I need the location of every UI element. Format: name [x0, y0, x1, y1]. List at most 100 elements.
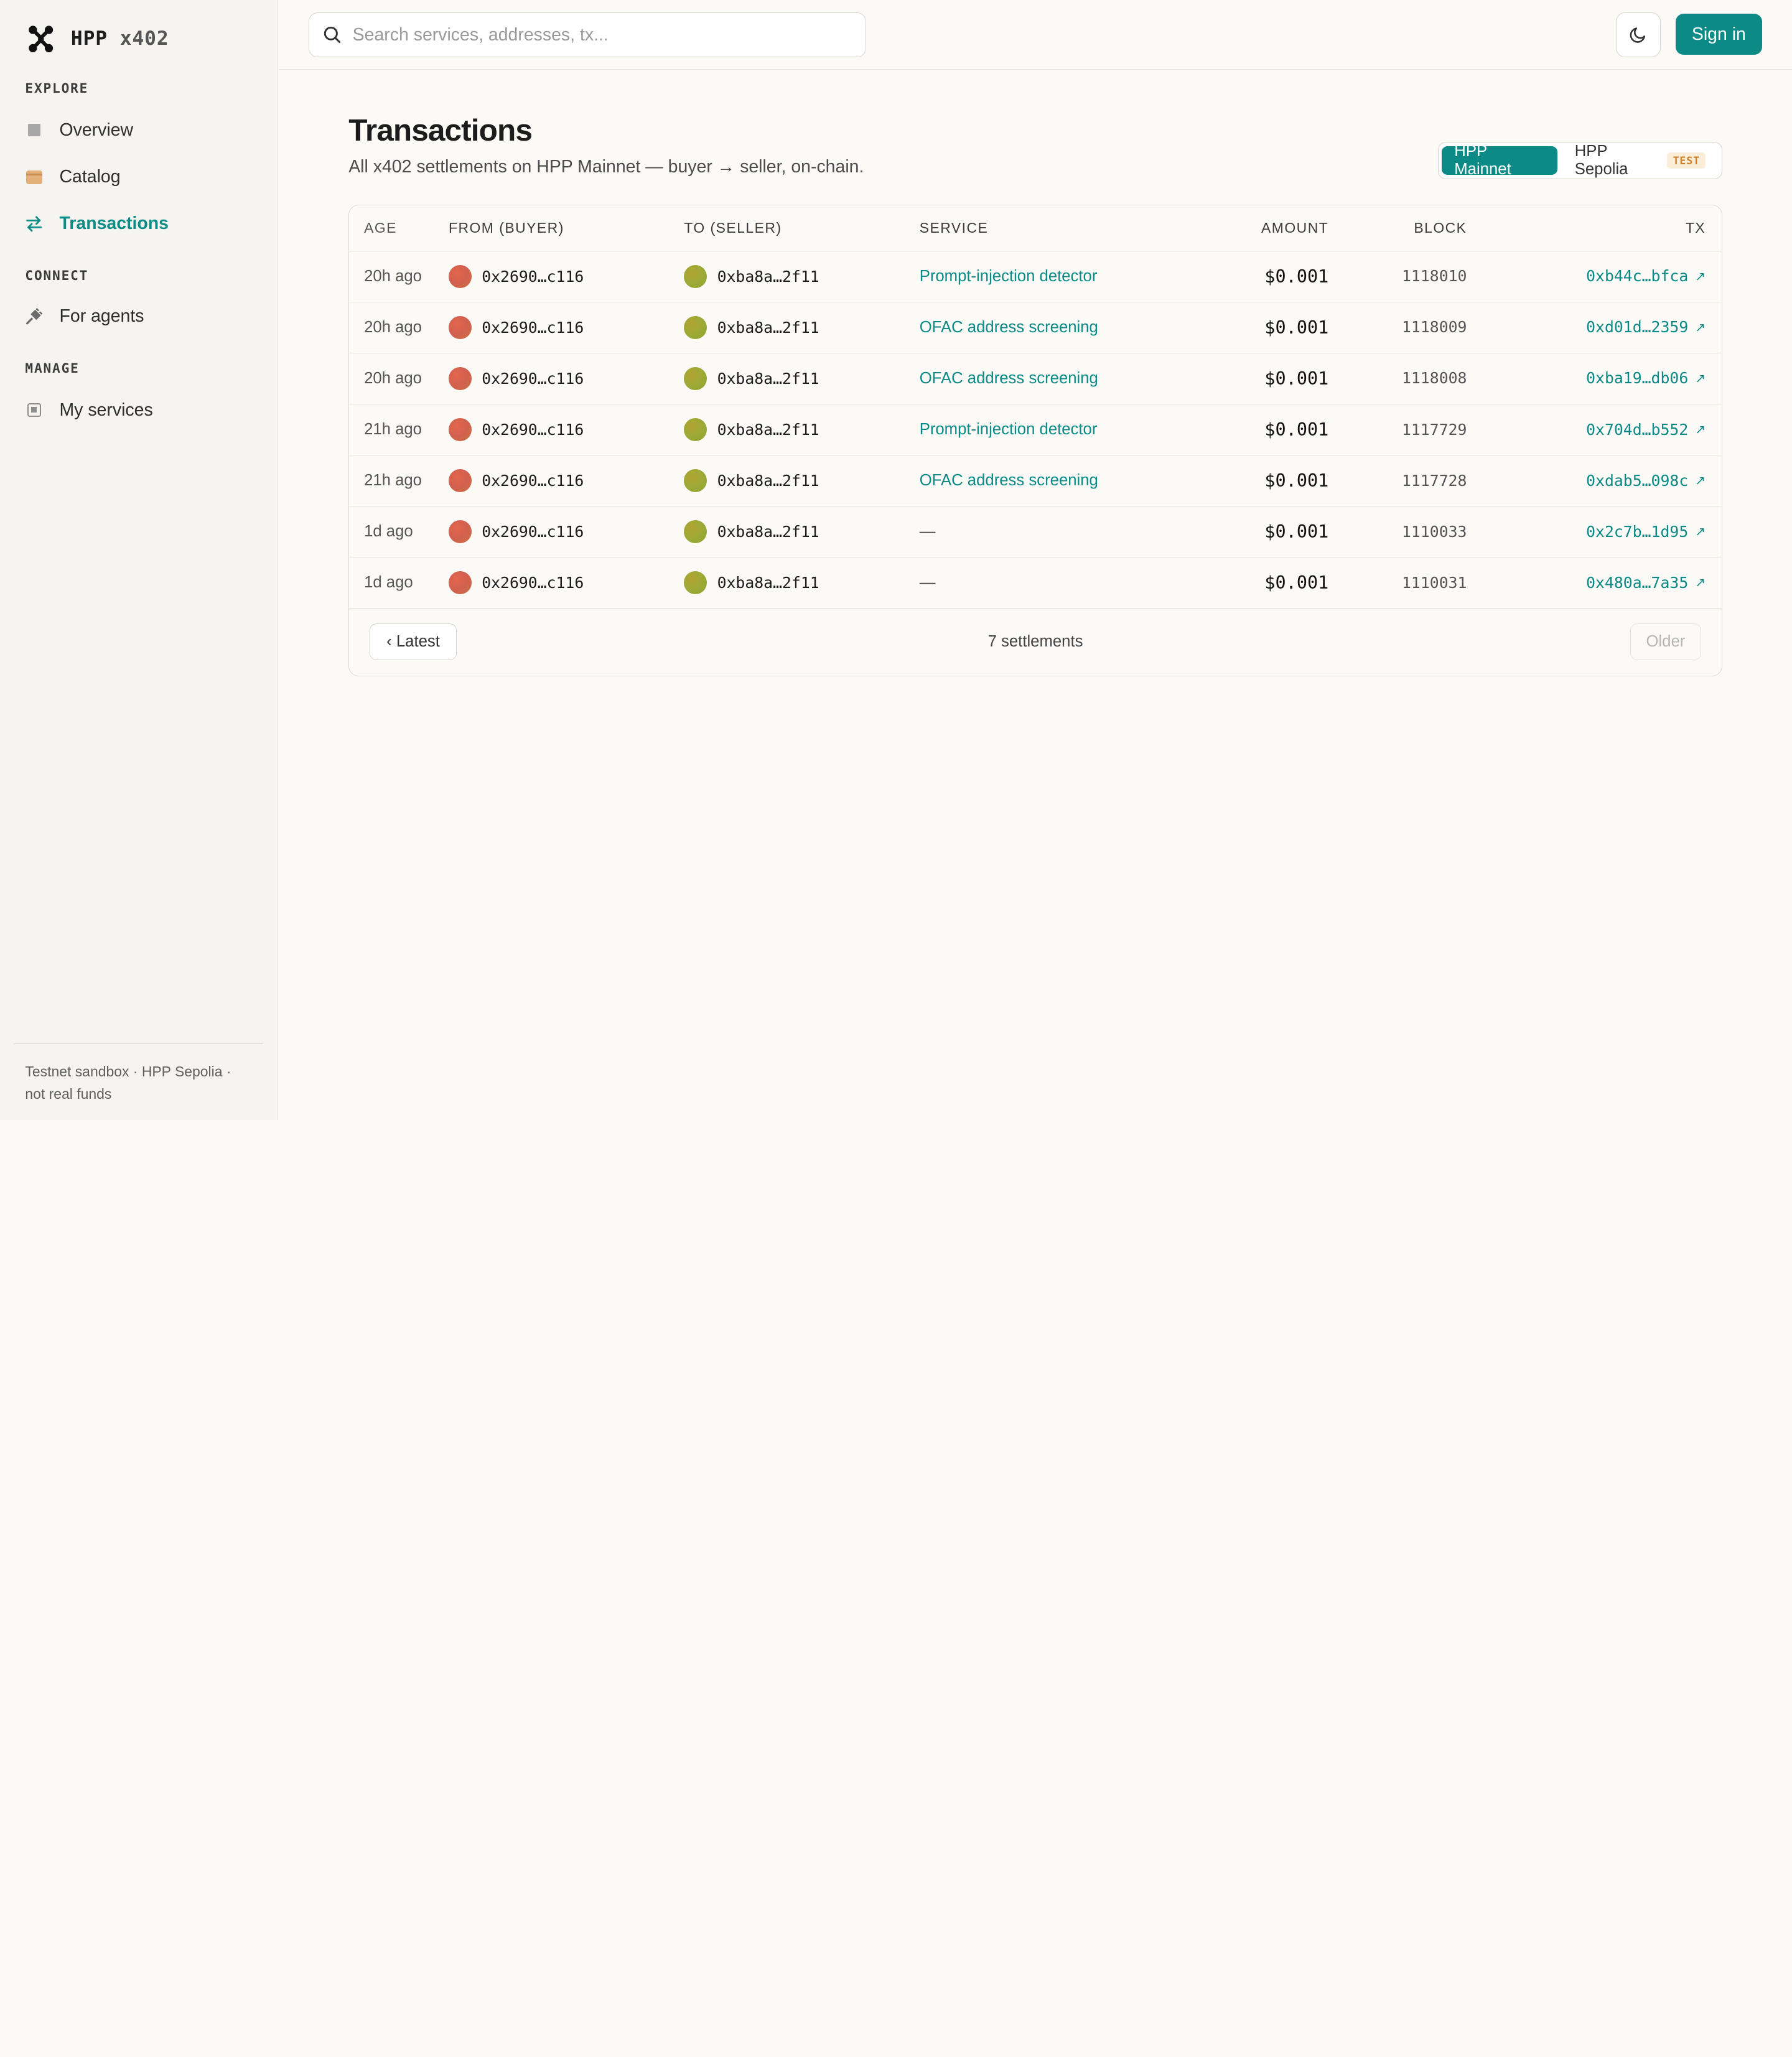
column-header-block: BLOCK [1342, 205, 1478, 251]
age-cell: 1d ago [349, 506, 449, 558]
service-link[interactable]: OFAC address screening [920, 472, 1098, 489]
table-row: 1d ago 0x2690…c116 0xba8a…2f11 — $0.001 11100… [349, 557, 1722, 609]
amount-cell: $0.001 [1239, 404, 1343, 456]
theme-toggle-button[interactable] [1616, 12, 1661, 57]
service-cell: OFAC address screening [919, 353, 1239, 404]
seller-address[interactable]: 0xba8a…2f11 [684, 571, 919, 595]
square-icon [25, 121, 43, 139]
buyer-cell: 0x2690…c116 [448, 557, 684, 609]
age-cell: 21h ago [349, 404, 449, 456]
tx-hash-link[interactable]: 0x704d…b552 ↗ [1586, 421, 1706, 439]
chip-icon [25, 401, 43, 419]
tx-hash-link[interactable]: 0x480a…7a35 ↗ [1586, 574, 1706, 592]
tx-cell: 0x2c7b…1d95 ↗ [1478, 506, 1722, 558]
tx-hash-link[interactable]: 0xdab5…098c ↗ [1586, 472, 1706, 490]
seller-address[interactable]: 0xba8a…2f11 [684, 418, 919, 441]
amount-value: $0.001 [1264, 368, 1329, 389]
column-header-service: SERVICE [919, 205, 1239, 251]
sidebar-item-catalog[interactable]: Catalog [25, 167, 121, 187]
service-link[interactable]: Prompt-injection detector [920, 421, 1098, 438]
amount-cell: $0.001 [1239, 455, 1343, 507]
older-page-button[interactable]: Older [1630, 623, 1701, 660]
network-option-mainnet[interactable]: HPP Mainnet [1442, 142, 1558, 178]
service-cell: Prompt-injection detector [919, 404, 1239, 456]
buyer-address-text: 0x2690…c116 [482, 574, 584, 592]
transactions-table-card: AGE FROM (BUYER) TO (SELLER) SERVICE AMO… [348, 204, 1722, 677]
seller-avatar [684, 520, 707, 544]
buyer-address[interactable]: 0x2690…c116 [448, 520, 684, 544]
tx-cell: 0xdab5…098c ↗ [1478, 455, 1722, 507]
settlement-count: 7 settlements [987, 632, 1083, 650]
tx-hash-link[interactable]: 0xba19…db06 ↗ [1586, 369, 1706, 387]
sidebar-item-label: Transactions [59, 213, 169, 234]
buyer-address[interactable]: 0x2690…c116 [448, 316, 684, 339]
buyer-address-text: 0x2690…c116 [482, 472, 584, 490]
tx-cell: 0xba19…db06 ↗ [1478, 353, 1722, 404]
table-row: 20h ago 0x2690…c116 0xba8a…2f11 Prompt-inje… [349, 251, 1722, 302]
sidebar-item-my-services[interactable]: My services [25, 400, 153, 421]
seller-cell: 0xba8a…2f11 [684, 455, 920, 507]
seller-address-text: 0xba8a…2f11 [717, 267, 819, 286]
search-input[interactable] [352, 24, 833, 45]
seller-cell: 0xba8a…2f11 [684, 404, 920, 456]
sidebar: HPP x402 EXPLORE Overview Catalog Transa… [0, 0, 278, 1120]
buyer-address[interactable]: 0x2690…c116 [448, 571, 684, 595]
service-link[interactable]: Prompt-injection detector [920, 268, 1098, 285]
page-subtitle: All x402 settlements on HPP Mainnet — bu… [348, 156, 864, 177]
sidebar-item-for-agents[interactable]: For agents [25, 306, 144, 327]
buyer-address[interactable]: 0x2690…c116 [448, 418, 684, 441]
buyer-address[interactable]: 0x2690…c116 [448, 469, 684, 492]
tx-cell: 0x704d…b552 ↗ [1478, 404, 1722, 456]
external-link-icon: ↗ [1695, 473, 1706, 488]
block-cell: 1117728 [1342, 455, 1478, 507]
buyer-address[interactable]: 0x2690…c116 [448, 367, 684, 390]
sidebar-item-transactions[interactable]: Transactions [25, 213, 169, 234]
nav-section-explore: EXPLORE [25, 80, 89, 96]
search-box[interactable] [308, 12, 867, 57]
block-cell: 1117729 [1342, 404, 1478, 456]
buyer-cell: 0x2690…c116 [448, 353, 684, 404]
buyer-address-text: 0x2690…c116 [482, 267, 584, 286]
service-empty: — [919, 574, 936, 592]
seller-address[interactable]: 0xba8a…2f11 [684, 264, 919, 288]
service-link[interactable]: OFAC address screening [920, 319, 1098, 336]
plug-icon [25, 307, 43, 325]
buyer-address[interactable]: 0x2690…c116 [448, 264, 684, 288]
tx-hash-link[interactable]: 0xb44c…bfca ↗ [1586, 267, 1706, 285]
page-title: Transactions [348, 112, 533, 147]
column-header-amount: AMOUNT [1239, 205, 1343, 251]
age-cell: 20h ago [349, 302, 449, 353]
seller-cell: 0xba8a…2f11 [684, 353, 920, 404]
sign-in-button[interactable]: Sign in [1675, 14, 1763, 55]
amount-value: $0.001 [1264, 419, 1329, 441]
buyer-address-text: 0x2690…c116 [482, 369, 584, 388]
box-icon [25, 168, 43, 186]
table-pagination: ‹ Latest 7 settlements Older [349, 609, 1722, 676]
tx-hash-text: 0x480a…7a35 [1586, 573, 1689, 592]
block-number: 1110033 [1402, 522, 1467, 541]
tx-hash-link[interactable]: 0x2c7b…1d95 ↗ [1586, 523, 1706, 541]
seller-address[interactable]: 0xba8a…2f11 [684, 367, 919, 390]
seller-avatar [684, 264, 707, 288]
service-cell: Prompt-injection detector [919, 251, 1239, 302]
brand[interactable]: HPP x402 [25, 23, 169, 55]
seller-address[interactable]: 0xba8a…2f11 [684, 520, 919, 544]
column-header-from: FROM (BUYER) [448, 205, 684, 251]
seller-address-text: 0xba8a…2f11 [717, 574, 819, 592]
amount-value: $0.001 [1264, 521, 1329, 543]
service-link[interactable]: OFAC address screening [920, 370, 1098, 387]
sidebar-item-label: For agents [59, 306, 144, 327]
service-empty: — [919, 523, 936, 541]
seller-address[interactable]: 0xba8a…2f11 [684, 469, 919, 492]
seller-address-text: 0xba8a…2f11 [717, 318, 819, 337]
network-option-sepolia[interactable]: HPP Sepolia TEST [1562, 142, 1719, 178]
sidebar-item-overview[interactable]: Overview [25, 120, 133, 141]
table-row: 21h ago 0x2690…c116 0xba8a…2f11 OFAC addres… [349, 455, 1722, 507]
sidebar-item-label: Catalog [59, 167, 121, 187]
seller-cell: 0xba8a…2f11 [684, 506, 920, 558]
seller-avatar [684, 469, 707, 492]
seller-address[interactable]: 0xba8a…2f11 [684, 316, 919, 339]
tx-hash-link[interactable]: 0xd01d…2359 ↗ [1586, 318, 1706, 336]
block-cell: 1118009 [1342, 302, 1478, 353]
arrows-exchange-icon [25, 215, 43, 233]
